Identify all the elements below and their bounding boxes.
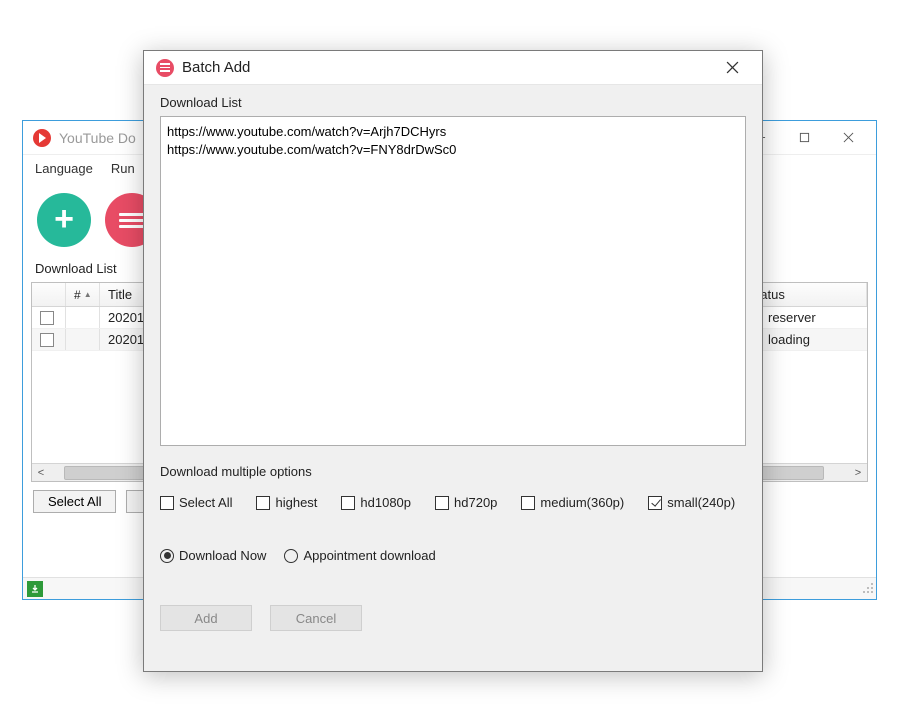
app-icon [33,129,51,147]
scroll-right-icon[interactable]: > [849,467,867,479]
options-label: Download multiple options [160,464,746,479]
download-list-label: Download List [160,95,746,110]
resize-grip-icon[interactable] [860,580,874,597]
list-icon [119,210,145,231]
option-hd720p[interactable]: hd720p [435,495,497,510]
menu-language[interactable]: Language [35,161,93,176]
window-maximize-button[interactable] [782,124,826,152]
dialog-title: Batch Add [182,59,250,76]
menu-run[interactable]: Run [111,161,135,176]
radio-icon [160,549,174,563]
main-title: YouTube Do [59,130,136,146]
add-button[interactable]: Add [160,605,252,631]
row-status: loading [768,332,810,347]
plus-icon: + [54,202,74,236]
url-textarea[interactable] [160,116,746,446]
radio-icon [284,549,298,563]
radio-download-now[interactable]: Download Now [160,548,266,563]
option-small[interactable]: small(240p) [648,495,735,510]
option-medium[interactable]: medium(360p) [521,495,624,510]
partial-button[interactable] [126,490,144,513]
dialog-titlebar: Batch Add [144,51,762,85]
window-close-button[interactable] [826,124,870,152]
cancel-button[interactable]: Cancel [270,605,362,631]
col-number[interactable]: #▲ [66,283,100,306]
checkbox-icon [256,496,270,510]
row-status: reserver [768,310,816,325]
radio-appointment[interactable]: Appointment download [284,548,435,563]
row-checkbox[interactable] [40,333,54,347]
checkbox-icon [521,496,535,510]
dialog-close-button[interactable] [710,54,754,82]
sort-caret-icon: ▲ [84,290,92,299]
option-highest[interactable]: highest [256,495,317,510]
row-checkbox[interactable] [40,311,54,325]
checkbox-icon [435,496,449,510]
checkbox-icon [648,496,662,510]
option-select-all[interactable]: Select All [160,495,232,510]
batch-icon [156,59,174,77]
option-hd1080p[interactable]: hd1080p [341,495,411,510]
download-indicator-icon [27,581,43,597]
scroll-left-icon[interactable]: < [32,467,50,479]
checkbox-icon [341,496,355,510]
add-button[interactable]: + [37,193,91,247]
select-all-button[interactable]: Select All [33,490,116,513]
checkbox-icon [160,496,174,510]
batch-add-dialog: Batch Add Download List Download multipl… [143,50,763,672]
